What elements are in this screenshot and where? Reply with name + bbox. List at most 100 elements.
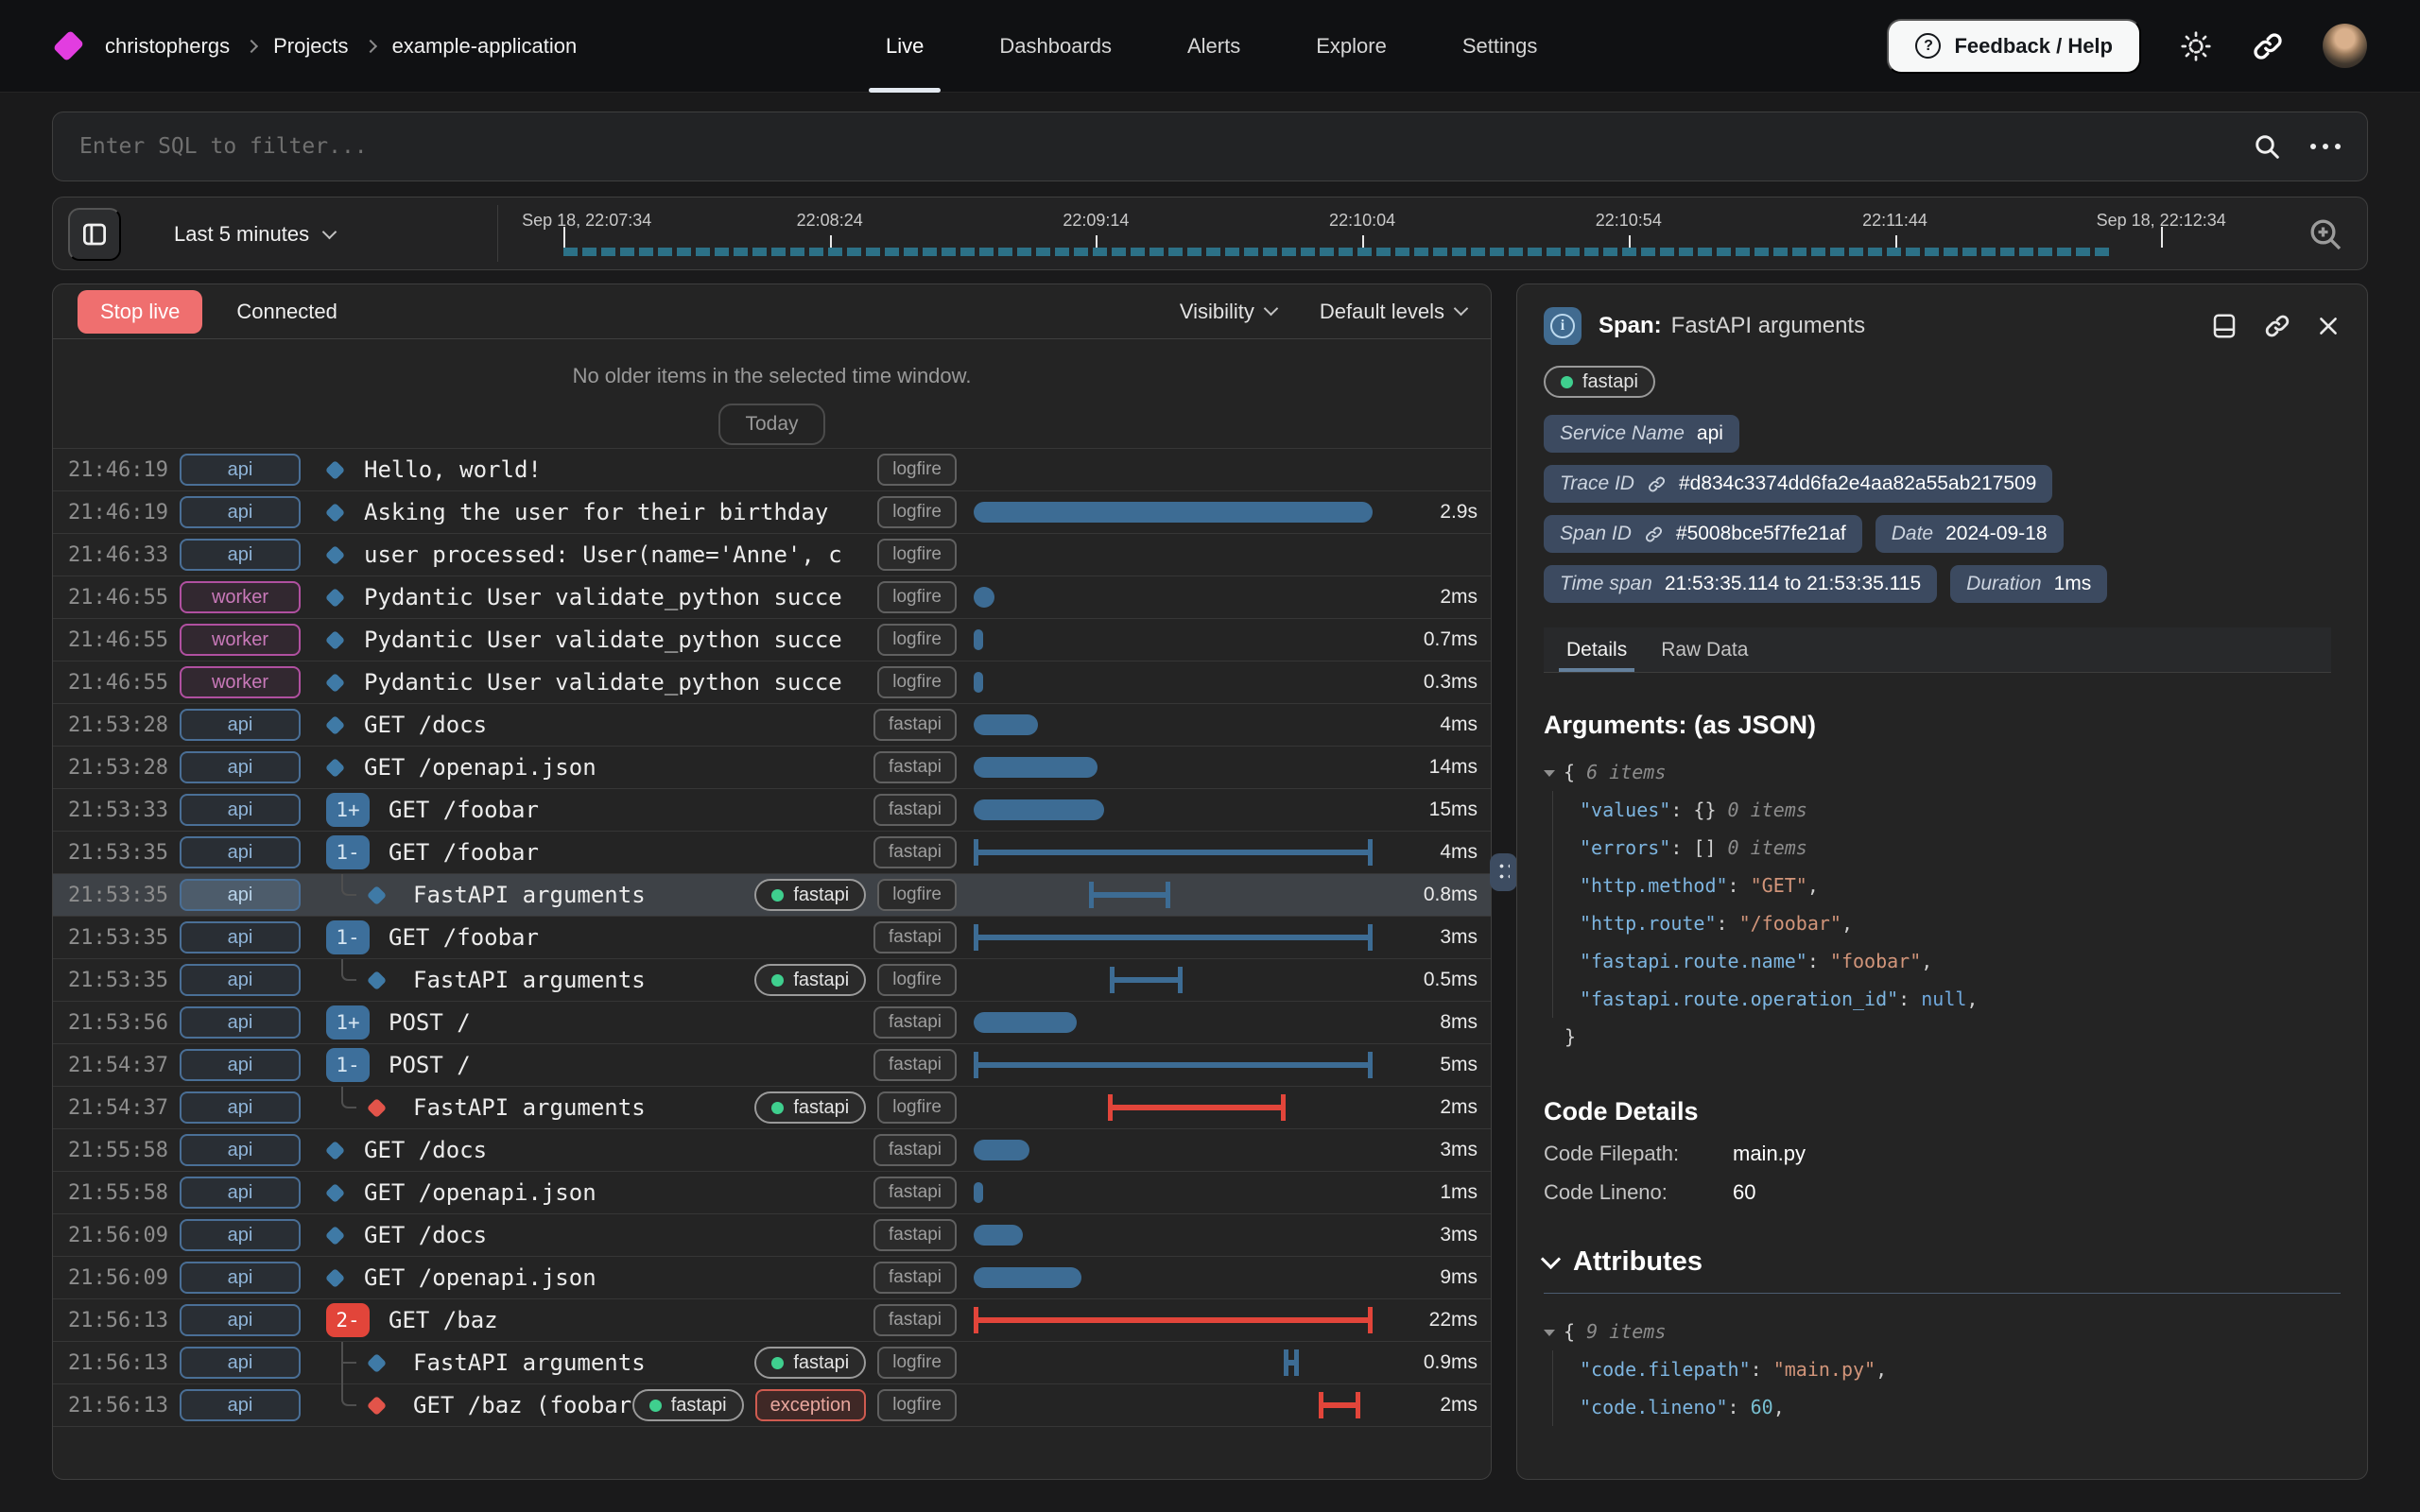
trace-row[interactable]: 21:46:55workerPydantic User validate_pyt… bbox=[53, 619, 1491, 662]
scope-badge[interactable]: fastapi bbox=[873, 794, 957, 826]
scope-badge[interactable]: fastapi bbox=[873, 1134, 957, 1166]
tag-badge-fastapi[interactable]: fastapi bbox=[754, 879, 866, 911]
trace-row[interactable]: 21:54:37api1-POST /fastapi5ms bbox=[53, 1044, 1491, 1087]
tag-badge-fastapi[interactable]: fastapi bbox=[1544, 366, 1655, 398]
span-children-toggle[interactable]: 1+ bbox=[317, 1005, 379, 1040]
trace-row[interactable]: 21:46:33apiuser processed: User(name='An… bbox=[53, 534, 1491, 576]
trace-row[interactable]: 21:53:28apiGET /docsfastapi4ms bbox=[53, 704, 1491, 747]
trace-row[interactable]: 21:56:13apiFastAPI argumentsfastapilogfi… bbox=[53, 1342, 1491, 1384]
sql-filter-input[interactable] bbox=[79, 134, 2252, 159]
detail-chip-span-id[interactable]: Span ID#5008bce5f7fe21af bbox=[1544, 515, 1862, 553]
trace-row[interactable]: 21:53:35api1-GET /foobarfastapi4ms bbox=[53, 832, 1491, 874]
scope-badge[interactable]: fastapi bbox=[873, 921, 957, 954]
count-badge[interactable]: 1- bbox=[326, 835, 370, 869]
stop-live-button[interactable]: Stop live bbox=[78, 290, 202, 334]
nav-tab-alerts[interactable]: Alerts bbox=[1187, 0, 1240, 93]
detail-chip-duration[interactable]: Duration1ms bbox=[1950, 565, 2107, 603]
trace-row[interactable]: 21:56:09apiGET /docsfastapi3ms bbox=[53, 1214, 1491, 1257]
trace-row[interactable]: 21:46:55workerPydantic User validate_pyt… bbox=[53, 576, 1491, 619]
breadcrumb-project[interactable]: example-application bbox=[392, 34, 578, 59]
nav-tab-settings[interactable]: Settings bbox=[1462, 0, 1538, 93]
user-avatar[interactable] bbox=[2323, 24, 2367, 68]
theme-toggle-icon[interactable] bbox=[2179, 29, 2213, 63]
trace-row[interactable]: 21:53:28apiGET /openapi.jsonfastapi14ms bbox=[53, 747, 1491, 789]
nav-tab-live[interactable]: Live bbox=[886, 0, 924, 93]
scope-badge[interactable]: fastapi bbox=[873, 1006, 957, 1039]
detail-tab-raw-data[interactable]: Raw Data bbox=[1661, 627, 1748, 672]
tag-badge-fastapi[interactable]: fastapi bbox=[632, 1389, 744, 1421]
dock-panel-icon[interactable] bbox=[2210, 312, 2238, 340]
close-icon[interactable] bbox=[2316, 314, 2341, 338]
trace-row[interactable]: 21:53:33api1+GET /foobarfastapi15ms bbox=[53, 789, 1491, 832]
trace-row[interactable]: 21:53:35apiFastAPI argumentsfastapilogfi… bbox=[53, 874, 1491, 917]
copy-link-icon[interactable] bbox=[2263, 312, 2291, 340]
trace-row[interactable]: 21:46:19apiHello, world!logfire bbox=[53, 449, 1491, 491]
scope-badge[interactable]: fastapi bbox=[873, 1219, 957, 1251]
detail-chip-date[interactable]: Date2024-09-18 bbox=[1876, 515, 2064, 553]
nav-tab-explore[interactable]: Explore bbox=[1316, 0, 1387, 93]
trace-row[interactable]: 21:53:35apiFastAPI argumentsfastapilogfi… bbox=[53, 959, 1491, 1002]
scope-badge[interactable]: fastapi bbox=[873, 1049, 957, 1081]
scope-badge[interactable]: logfire bbox=[877, 539, 957, 571]
trace-row[interactable]: 21:54:37apiFastAPI argumentsfastapilogfi… bbox=[53, 1087, 1491, 1129]
exception-badge[interactable]: exception bbox=[755, 1389, 867, 1421]
trace-row[interactable]: 21:53:35api1-GET /foobarfastapi3ms bbox=[53, 917, 1491, 959]
time-range-select[interactable]: Last 5 minutes bbox=[151, 198, 357, 271]
span-children-toggle[interactable]: 1- bbox=[317, 835, 379, 869]
nav-tab-dashboards[interactable]: Dashboards bbox=[999, 0, 1112, 93]
scope-badge[interactable]: fastapi bbox=[873, 836, 957, 868]
breadcrumb-projects[interactable]: Projects bbox=[273, 34, 348, 59]
trace-row[interactable]: 21:56:09apiGET /openapi.jsonfastapi9ms bbox=[53, 1257, 1491, 1299]
today-button[interactable]: Today bbox=[718, 404, 824, 445]
scope-badge[interactable]: fastapi bbox=[873, 709, 957, 741]
logfire-logo-icon[interactable] bbox=[53, 30, 84, 61]
default-levels-dropdown[interactable]: Default levels bbox=[1320, 300, 1466, 324]
scope-badge[interactable]: fastapi bbox=[873, 751, 957, 783]
timeline[interactable]: Sep 18, 22:07:3422:08:2422:09:1422:10:04… bbox=[507, 198, 2254, 269]
count-badge[interactable]: 1- bbox=[326, 920, 370, 954]
trace-row[interactable]: 21:56:13api2-GET /bazfastapi22ms bbox=[53, 1299, 1491, 1342]
scope-badge[interactable]: logfire bbox=[877, 454, 957, 486]
more-options-icon[interactable] bbox=[2310, 144, 2341, 149]
tag-badge-fastapi[interactable]: fastapi bbox=[754, 1347, 866, 1379]
detail-chip-service-name[interactable]: Service Nameapi bbox=[1544, 415, 1739, 453]
scope-badge[interactable]: logfire bbox=[877, 624, 957, 656]
span-children-toggle[interactable]: 1- bbox=[317, 1048, 379, 1082]
collapse-arrow-icon[interactable] bbox=[1544, 1330, 1555, 1336]
trace-row[interactable]: 21:55:58apiGET /docsfastapi3ms bbox=[53, 1129, 1491, 1172]
tag-badge-fastapi[interactable]: fastapi bbox=[754, 964, 866, 996]
count-badge[interactable]: 1+ bbox=[326, 793, 370, 827]
scope-badge[interactable]: logfire bbox=[877, 1091, 957, 1124]
feedback-help-button[interactable]: ? Feedback / Help bbox=[1887, 19, 2141, 74]
span-children-toggle[interactable]: 1- bbox=[317, 920, 379, 954]
scope-badge[interactable]: fastapi bbox=[873, 1304, 957, 1336]
detail-chip-trace-id[interactable]: Trace ID#d834c3374dd6fa2e4aa82a55ab21750… bbox=[1544, 465, 2052, 503]
trace-row[interactable]: 21:56:13apiGET /baz (foobar)fastapiexcep… bbox=[53, 1384, 1491, 1427]
trace-row[interactable]: 21:55:58apiGET /openapi.jsonfastapi1ms bbox=[53, 1172, 1491, 1214]
scope-badge[interactable]: logfire bbox=[877, 496, 957, 528]
scope-badge[interactable]: logfire bbox=[877, 1347, 957, 1379]
scope-badge[interactable]: logfire bbox=[877, 581, 957, 613]
detail-chip-time-span[interactable]: Time span21:53:35.114 to 21:53:35.115 bbox=[1544, 565, 1937, 603]
span-children-toggle[interactable]: 2- bbox=[317, 1303, 379, 1337]
collapse-arrow-icon[interactable] bbox=[1544, 770, 1555, 777]
panel-resize-handle[interactable] bbox=[1490, 853, 1517, 891]
tag-badge-fastapi[interactable]: fastapi bbox=[754, 1091, 866, 1124]
trace-row[interactable]: 21:53:56api1+POST /fastapi8ms bbox=[53, 1002, 1491, 1044]
count-badge[interactable]: 1- bbox=[326, 1048, 370, 1082]
count-badge[interactable]: 2- bbox=[326, 1303, 370, 1337]
count-badge[interactable]: 1+ bbox=[326, 1005, 370, 1040]
scope-badge[interactable]: fastapi bbox=[873, 1177, 957, 1209]
share-link-icon[interactable] bbox=[2251, 29, 2285, 63]
scope-badge[interactable]: logfire bbox=[877, 879, 957, 911]
detail-tab-details[interactable]: Details bbox=[1566, 627, 1627, 672]
trace-row[interactable]: 21:46:55workerPydantic User validate_pyt… bbox=[53, 662, 1491, 704]
sidebar-toggle-button[interactable] bbox=[68, 208, 121, 261]
scope-badge[interactable]: logfire bbox=[877, 666, 957, 698]
breadcrumb-org[interactable]: christophergs bbox=[105, 34, 230, 59]
scope-badge[interactable]: fastapi bbox=[873, 1262, 957, 1294]
scope-badge[interactable]: logfire bbox=[877, 964, 957, 996]
attributes-heading[interactable]: Attributes bbox=[1544, 1246, 2341, 1278]
span-children-toggle[interactable]: 1+ bbox=[317, 793, 379, 827]
search-icon[interactable] bbox=[2252, 131, 2282, 162]
